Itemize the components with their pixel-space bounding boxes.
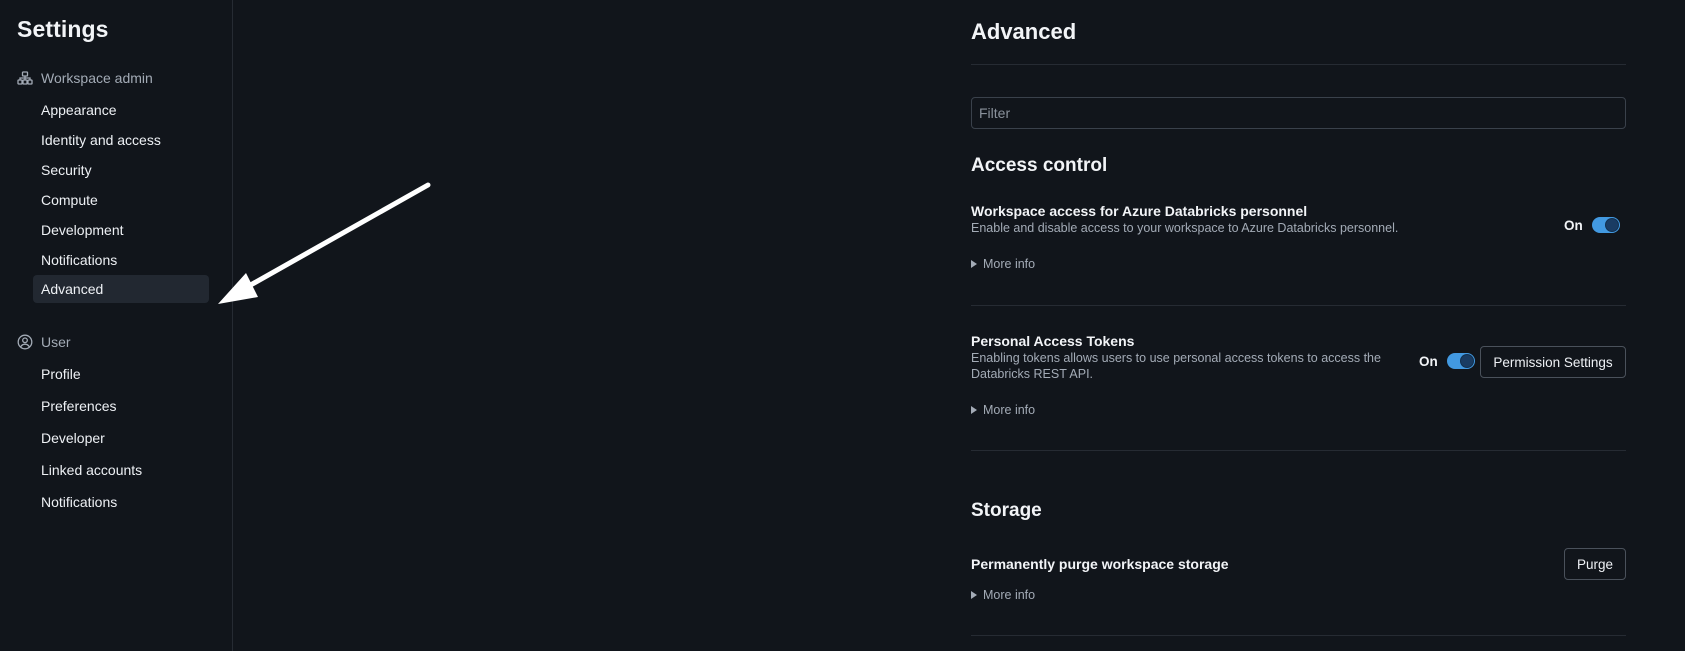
sidebar-item-notifications[interactable]: Notifications — [33, 246, 209, 274]
workspace-access-toggle[interactable] — [1591, 217, 1620, 233]
toggle-knob — [1605, 219, 1618, 231]
sidebar-item-preferences[interactable]: Preferences — [33, 392, 209, 420]
personal-access-tokens-toggle[interactable] — [1446, 353, 1475, 369]
group-header-user: User — [17, 331, 71, 353]
group-header-workspace-admin: Workspace admin — [17, 67, 153, 89]
page-title: Advanced — [971, 19, 1077, 44]
sidebar-item-developer[interactable]: Developer — [33, 424, 209, 452]
more-info-label: More info — [983, 257, 1036, 271]
sidebar-item-appearance[interactable]: Appearance — [33, 96, 209, 124]
toggle-state-label: On — [1419, 353, 1438, 369]
setting-title-personal-access-tokens: Personal Access Tokens — [971, 333, 1135, 349]
advanced-settings-panel: Advanced Access control Workspace access… — [971, 0, 1626, 651]
sidebar-item-linked-accounts[interactable]: Linked accounts — [33, 456, 209, 484]
expand-triangle-icon — [971, 406, 977, 414]
settings-sidebar: Settings Workspace admin Appearance Iden… — [0, 0, 233, 651]
divider — [971, 450, 1626, 451]
sidebar-item-development[interactable]: Development — [33, 216, 209, 244]
sidebar-item-compute[interactable]: Compute — [33, 186, 209, 214]
expand-triangle-icon — [971, 260, 977, 268]
filter-input[interactable] — [971, 97, 1626, 129]
group-label: Workspace admin — [41, 70, 153, 86]
more-info-personal-access-tokens[interactable]: More info — [971, 403, 1035, 417]
workspace-access-toggle-group: On — [1564, 217, 1620, 233]
sidebar-title: Settings — [17, 16, 109, 42]
more-info-purge-storage[interactable]: More info — [971, 588, 1035, 602]
permission-settings-button[interactable]: Permission Settings — [1480, 346, 1626, 378]
setting-description-personal-access-tokens: Enabling tokens allows users to use pers… — [971, 351, 1381, 381]
divider — [971, 64, 1626, 65]
sidebar-item-security[interactable]: Security — [33, 156, 209, 184]
setting-title-workspace-access: Workspace access for Azure Databricks pe… — [971, 203, 1308, 219]
purge-button[interactable]: Purge — [1564, 548, 1626, 580]
setting-description-workspace-access: Enable and disable access to your worksp… — [971, 221, 1399, 235]
workspace-admin-icon — [17, 71, 33, 85]
sidebar-item-advanced[interactable]: Advanced — [33, 275, 209, 303]
more-info-label: More info — [983, 403, 1036, 417]
more-info-label: More info — [983, 588, 1036, 602]
sidebar-item-profile[interactable]: Profile — [33, 360, 209, 388]
section-title-access-control: Access control — [971, 155, 1108, 176]
divider — [971, 305, 1626, 306]
toggle-state-label: On — [1564, 217, 1583, 233]
section-title-storage: Storage — [971, 500, 1042, 521]
divider — [971, 635, 1626, 636]
sidebar-item-identity-and-access[interactable]: Identity and access — [33, 126, 209, 154]
user-circle-icon — [17, 334, 33, 350]
more-info-workspace-access[interactable]: More info — [971, 257, 1035, 271]
personal-access-tokens-toggle-group: On — [1419, 353, 1475, 369]
sidebar-item-user-notifications[interactable]: Notifications — [33, 488, 209, 516]
group-label: User — [41, 334, 71, 350]
expand-triangle-icon — [971, 591, 977, 599]
toggle-knob — [1460, 355, 1473, 367]
settings-window: Settings Workspace admin Appearance Iden… — [0, 0, 1685, 651]
setting-title-purge-storage: Permanently purge workspace storage — [971, 556, 1229, 572]
